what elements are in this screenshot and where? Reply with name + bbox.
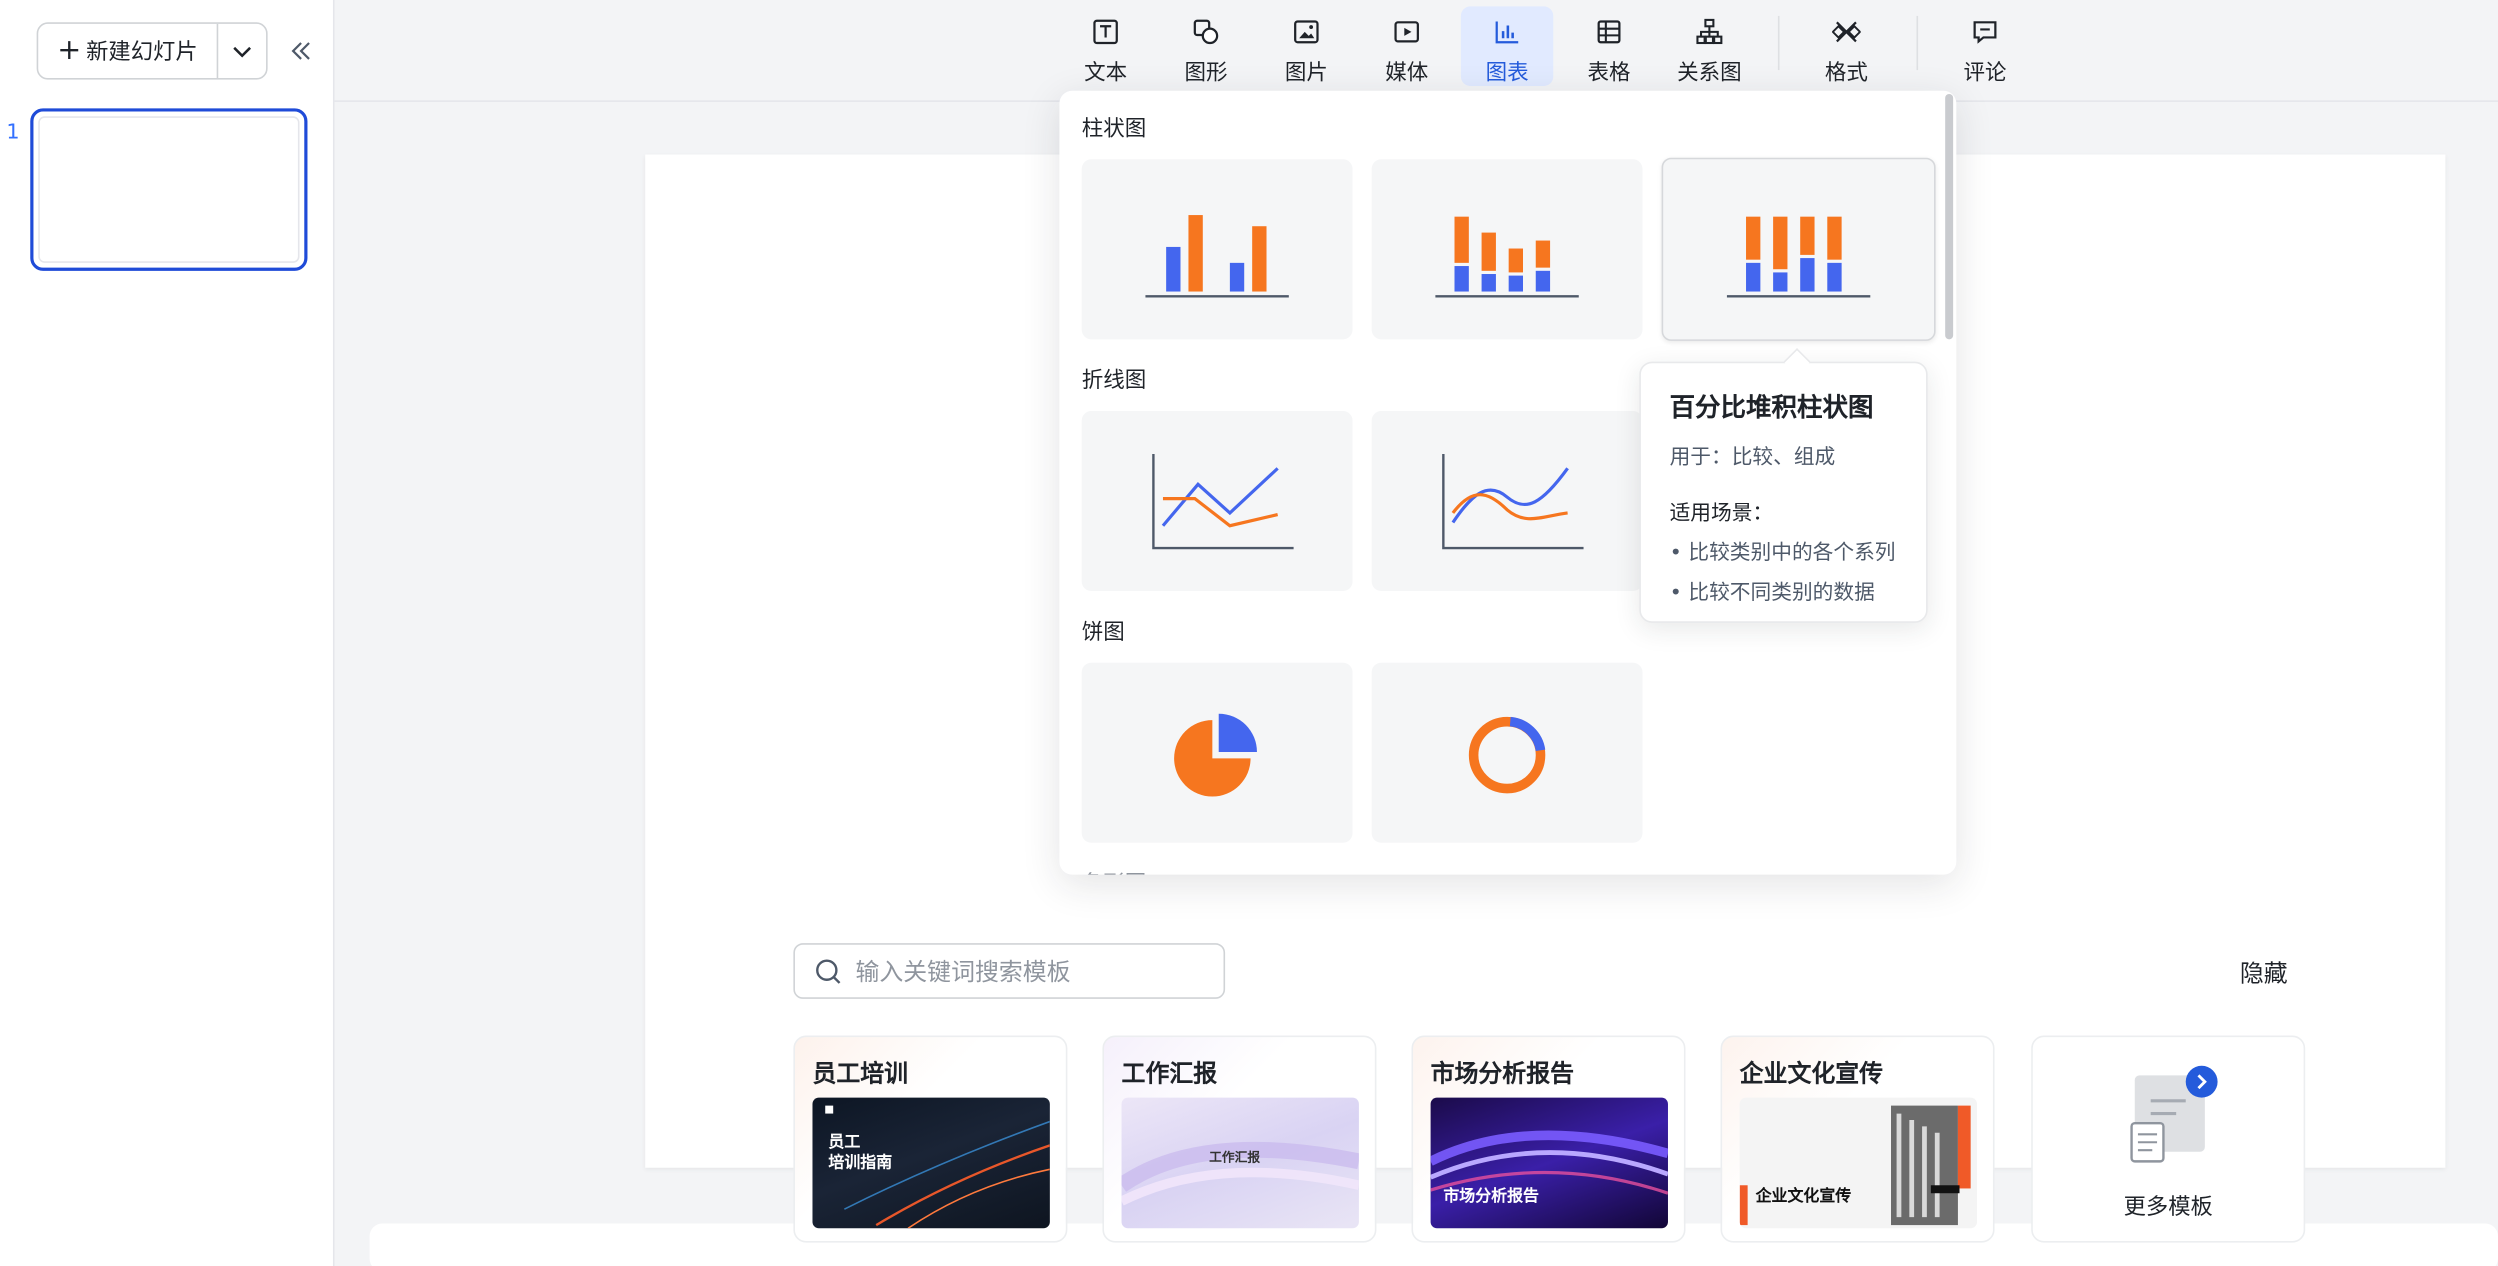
template-title: 市场分析报告 [1430, 1059, 1575, 1089]
toolbar-shapes-button[interactable]: 图形 [1160, 6, 1252, 86]
tooltip-scene-item-text: 比较类别中的各个系列 [1688, 541, 1896, 566]
app-root: + 新建幻灯片 1 文本 图形 图片 媒体 图表 表格 关系图 格式 评论 输入… [0, 0, 2498, 1266]
new-slide-label: 新建幻灯片 [86, 39, 198, 66]
template-preview: 员工 培训指南 [812, 1097, 1050, 1229]
format-icon [1832, 21, 1861, 43]
slide-number: 1 [6, 121, 20, 145]
tooltip-scene-item-text: 比较不同类别的数据 [1688, 581, 1875, 606]
toolbar-image-label: 图片 [1284, 60, 1328, 87]
line-chart-option[interactable] [1081, 411, 1353, 592]
image-icon [1294, 20, 1319, 44]
chart-icon [1495, 21, 1519, 44]
template-card-more[interactable]: 更多模板 [2031, 1035, 2306, 1243]
new-slide-split-button: + 新建幻灯片 [36, 22, 268, 80]
tooltip-scene-item: • 比较不同类别的数据 [1669, 581, 1875, 606]
toolbar-diagram-button[interactable]: 关系图 [1663, 6, 1755, 86]
clustered-column-chart-option[interactable] [1081, 159, 1353, 340]
double-chevron-left-icon [291, 42, 310, 60]
search-icon [816, 958, 841, 983]
toolbar-table-label: 表格 [1587, 60, 1631, 87]
section-column-chart-label: 柱状图 [1081, 116, 1147, 142]
template-preview-caption: 市场分析报告 [1443, 1188, 1539, 1206]
percent-stacked-column-chart-icon [1726, 215, 1871, 297]
toolbar-chart-button[interactable]: 图表 [1460, 6, 1554, 87]
toolbar-diagram-label: 关系图 [1677, 60, 1742, 87]
chart-type-tooltip: 百分比堆积柱状图 用于：比较、组成 适用场景： • 比较类别中的各个系列 • 比… [1639, 348, 1928, 623]
toolbar-media-label: 媒体 [1385, 60, 1429, 87]
template-title: 员工培训 [812, 1059, 909, 1089]
toolbar-chart-label: 图表 [1485, 60, 1529, 87]
template-card-work-report[interactable]: 工作汇报 工作汇报 [1102, 1035, 1377, 1243]
toolbar-shapes-label: 图形 [1184, 60, 1228, 87]
section-line-chart-label: 折线图 [1081, 368, 1147, 394]
chevron-down-icon [233, 46, 252, 58]
template-preview: 企业文化宣传 [1739, 1097, 1978, 1229]
tooltip-scene-title: 适用场景： [1669, 501, 1774, 526]
stacked-column-chart-icon [1435, 215, 1579, 297]
hide-templates-button[interactable]: 隐藏 [2240, 956, 2288, 989]
new-slide-dropdown-button[interactable] [218, 24, 266, 78]
template-preview: 市场分析报告 [1430, 1097, 1668, 1229]
media-icon [1394, 21, 1419, 43]
toolbar-format-button[interactable]: 格式 [1800, 6, 1892, 86]
line-chart-icon [1152, 453, 1294, 549]
collapse-sidebar-button[interactable] [284, 33, 319, 68]
diagram-icon [1696, 18, 1723, 45]
toolbar-format-label: 格式 [1824, 60, 1868, 87]
text-icon [1093, 19, 1118, 45]
pie-chart-option[interactable] [1081, 662, 1353, 843]
shapes-icon [1193, 19, 1219, 45]
more-templates-label: 更多模板 [2123, 1194, 2213, 1221]
toolbar-table-button[interactable]: 表格 [1563, 6, 1655, 86]
clustered-column-chart-icon [1145, 214, 1289, 297]
tooltip-scene-item: • 比较类别中的各个系列 [1669, 541, 1896, 566]
comment-icon [1973, 21, 1997, 44]
template-preview-caption: 员工 培训指南 [828, 1134, 893, 1173]
smooth-line-chart-icon [1442, 453, 1584, 549]
donut-chart-icon [1468, 716, 1546, 793]
donut-chart-option[interactable] [1371, 662, 1643, 843]
section-pie-chart-label: 饼图 [1081, 619, 1125, 646]
template-title: 企业文化宣传 [1739, 1059, 1884, 1089]
pie-chart-icon [1174, 712, 1257, 796]
template-preview: 工作汇报 [1121, 1097, 1359, 1229]
template-search-box[interactable] [793, 943, 1226, 999]
toolbar-image-button[interactable]: 图片 [1260, 6, 1352, 86]
percent-stacked-column-chart-option[interactable] [1661, 157, 1936, 341]
tooltip-usage: 用于：比较、组成 [1669, 446, 1836, 470]
template-card-training[interactable]: 员工培训 员工 培训指南 [793, 1035, 1068, 1243]
template-search-input[interactable] [855, 956, 1191, 986]
dropdown-scrollbar[interactable] [1945, 93, 1954, 340]
toolbar-divider [1916, 15, 1919, 71]
toolbar-text-label: 文本 [1084, 60, 1128, 87]
slide-thumbnail-preview [38, 116, 300, 263]
template-preview-caption: 企业文化宣传 [1755, 1188, 1852, 1206]
template-card-corporate-culture[interactable]: 企业文化宣传 企业文化宣传 [1720, 1035, 1995, 1243]
toolbar-comment-button[interactable]: 评论 [1939, 6, 2031, 86]
insert-toolbar: 文本 图形 图片 媒体 图表 表格 关系图 格式 评论 [334, 0, 2498, 102]
stacked-column-chart-option[interactable] [1371, 159, 1643, 340]
template-card-market-analysis[interactable]: 市场分析报告 市场分析报告 [1411, 1035, 1686, 1243]
section-bar-chart-label: 条形图 [1082, 865, 1147, 874]
more-templates-icon [2130, 1065, 2218, 1163]
toolbar-comment-label: 评论 [1963, 60, 2007, 87]
slide-thumbnail[interactable] [30, 108, 308, 271]
toolbar-divider [1777, 15, 1780, 71]
plus-icon: + [57, 33, 82, 67]
toolbar-text-button[interactable]: 文本 [1059, 6, 1151, 86]
toolbar-media-button[interactable]: 媒体 [1361, 6, 1453, 86]
slide-sidebar: + 新建幻灯片 1 [0, 0, 335, 1266]
template-title: 工作汇报 [1121, 1059, 1218, 1089]
table-icon [1597, 20, 1621, 44]
smooth-line-chart-option[interactable] [1371, 411, 1643, 592]
new-slide-button[interactable]: + 新建幻灯片 [38, 23, 219, 79]
template-preview-caption: 工作汇报 [1209, 1150, 1261, 1165]
tooltip-title: 百分比堆积柱状图 [1669, 391, 1874, 423]
